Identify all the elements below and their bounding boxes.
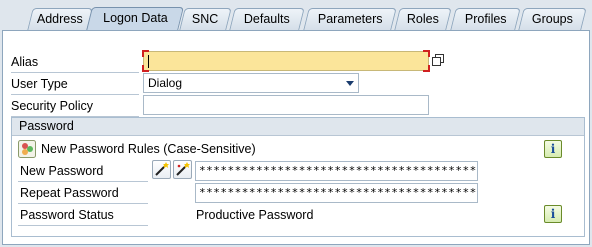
repeat-password-underline <box>18 203 148 204</box>
password-rules-text: New Password Rules (Case-Sensitive) <box>41 142 256 156</box>
info-icon: i <box>550 142 556 156</box>
magic-wand-icon[interactable] <box>173 160 192 179</box>
tab-roles[interactable]: Roles <box>394 8 452 30</box>
tab-address[interactable]: Address <box>27 8 93 30</box>
tab-parameters[interactable]: Parameters <box>303 8 397 30</box>
new-password-label: New Password <box>20 164 104 178</box>
user-type-value: Dialog <box>148 76 183 90</box>
alias-underline <box>11 72 139 73</box>
user-type-select[interactable]: Dialog <box>143 73 359 93</box>
new-password-input[interactable]: ****************************************… <box>195 161 478 181</box>
alias-label: Alias <box>11 55 39 69</box>
tab-profiles[interactable]: Profiles <box>450 8 521 30</box>
password-group: Password New Password Rules (Case-Sensit… <box>11 117 585 237</box>
user-type-label: User Type <box>11 77 68 91</box>
required-marker <box>423 65 430 72</box>
user-type-underline <box>11 94 139 95</box>
security-policy-input[interactable] <box>143 95 429 115</box>
info-icon: i <box>550 207 556 221</box>
tab-defaults[interactable]: Defaults <box>229 8 305 30</box>
tab-groups[interactable]: Groups <box>518 8 587 30</box>
security-policy-label: Security Policy <box>11 99 93 113</box>
tab-snc[interactable]: SNC <box>179 8 232 30</box>
logon-data-panel: Alias User Type Dialog Security Policy P… <box>2 30 590 245</box>
status-info-button[interactable]: i <box>544 205 562 223</box>
rules-info-button[interactable]: i <box>544 140 562 158</box>
tab-logon-data[interactable]: Logon Data <box>86 7 184 31</box>
password-group-title: Password <box>19 119 74 133</box>
password-rules-icon[interactable] <box>18 140 36 158</box>
magic-wand-icon[interactable] <box>152 160 171 179</box>
required-marker <box>423 50 430 57</box>
chevron-down-icon <box>346 81 354 86</box>
repeat-password-label: Repeat Password <box>20 186 119 200</box>
tab-strip: Address Logon Data SNC Defaults Paramete… <box>0 0 592 31</box>
required-marker <box>142 50 149 57</box>
password-group-header: Password <box>12 118 584 136</box>
password-status-value: Productive Password <box>196 208 314 222</box>
copy-icon[interactable] <box>431 53 446 68</box>
repeat-password-input[interactable]: ****************************************… <box>195 183 478 203</box>
new-password-underline <box>18 181 148 182</box>
alias-input[interactable] <box>142 50 430 72</box>
password-status-label: Password Status <box>20 208 114 222</box>
password-status-underline <box>18 225 148 226</box>
required-marker <box>142 65 149 72</box>
